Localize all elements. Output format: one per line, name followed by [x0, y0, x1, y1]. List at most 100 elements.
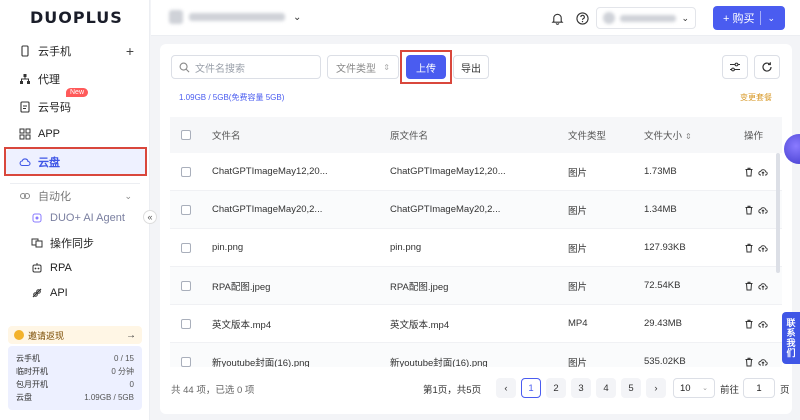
sidebar: DUOPLUS 云手机 + 代理 云号码 New APP 云盘 自动化 ⌄ DU… — [0, 0, 157, 420]
sidebar-item-rpa[interactable]: RPA — [6, 255, 146, 281]
table-row[interactable]: 英文版本.mp4 英文版本.mp4 MP4 29.43MB — [170, 305, 782, 343]
contact-us-tab[interactable]: 联系我们 — [782, 312, 800, 364]
page-summary: 第1页，共5页 — [423, 385, 482, 396]
top-header: ⌄ ⌄ + 购买 ⌄ — [151, 0, 800, 36]
table-row[interactable]: pin.png pin.png 图片 127.93KB — [170, 229, 782, 267]
cloud-upload-icon[interactable] — [758, 205, 768, 215]
search-icon — [179, 62, 190, 72]
select-arrows-icon: ⇕ — [383, 62, 390, 72]
delete-icon[interactable] — [744, 357, 754, 367]
add-cloud-phone-button[interactable]: + — [126, 43, 134, 59]
quota-row: 包月开机 0 — [16, 380, 134, 389]
cloud-upload-icon[interactable] — [758, 167, 768, 177]
refresh-button[interactable] — [754, 55, 780, 79]
column-header: 文件类型 — [568, 131, 607, 142]
agent-icon — [30, 211, 44, 225]
bell-icon[interactable] — [549, 10, 565, 26]
sidebar-item-label: 云号码 — [38, 102, 71, 114]
invite-cashback-banner[interactable]: 邀请返现 → — [8, 326, 142, 344]
sync-icon — [30, 236, 44, 250]
delete-icon[interactable] — [744, 281, 754, 291]
invite-label: 邀请返现 — [28, 330, 65, 341]
row-checkbox[interactable] — [181, 204, 191, 215]
cloud-upload-icon[interactable] — [758, 357, 768, 367]
buy-button[interactable]: + 购买 ⌄ — [713, 6, 785, 30]
delete-icon[interactable] — [744, 167, 754, 177]
collapse-sidebar-button[interactable]: « — [143, 210, 157, 224]
sidebar-item-sync[interactable]: 操作同步 — [6, 230, 146, 256]
export-button[interactable]: 导出 — [453, 55, 489, 79]
account-name-redacted — [620, 14, 676, 22]
prev-page-button[interactable]: ‹ — [496, 378, 516, 398]
table-scrollbar[interactable] — [776, 153, 780, 273]
table-row[interactable]: ChatGPTImageMay12,20... ChatGPTImageMay1… — [170, 153, 782, 191]
network-icon — [18, 72, 32, 86]
cloud-disk-panel: 文件名搜索 文件类型 ⇕ 上传 导出 1.09GB / 5GB(免费容量 5GB… — [160, 44, 792, 414]
chevron-down-icon: ⌄ — [681, 12, 689, 23]
quota-row: 云手机 0 / 15 — [16, 354, 134, 363]
quota-row: 临时开机 0 分钟 — [16, 367, 134, 376]
workspace-selector[interactable]: ⌄ — [169, 10, 301, 24]
page-button-2[interactable]: 2 — [546, 378, 566, 398]
phone-icon — [18, 44, 32, 58]
sidebar-item-ai-agent[interactable]: DUO+ AI Agent — [6, 205, 146, 231]
sidebar-item-api[interactable]: API — [6, 280, 146, 306]
delete-icon[interactable] — [744, 243, 754, 253]
sidebar-item-label: RPA — [50, 262, 72, 274]
row-checkbox[interactable] — [181, 356, 191, 367]
column-header: 操作 — [744, 131, 764, 142]
robot-icon — [30, 261, 44, 275]
goto-label: 前往 — [720, 385, 740, 396]
selection-summary: 共 44 项，已选 0 项 — [171, 385, 255, 396]
table-row[interactable]: ChatGPTImageMay20,2... ChatGPTImageMay20… — [170, 191, 782, 229]
goto-suffix: 页 — [780, 385, 790, 396]
row-checkbox[interactable] — [181, 318, 191, 329]
sidebar-item-label: APP — [38, 128, 61, 140]
cloud-upload-icon[interactable] — [758, 281, 768, 291]
new-badge: New — [66, 88, 89, 97]
app-logo[interactable]: DUOPLUS — [30, 8, 123, 28]
select-all-checkbox[interactable] — [181, 130, 191, 140]
sidebar-item-cloud-number[interactable]: 云号码 New — [6, 88, 146, 120]
sidebar-item-app[interactable]: APP — [6, 121, 146, 147]
account-avatar — [603, 12, 615, 24]
help-icon[interactable] — [574, 10, 590, 26]
chevron-down-icon: ⌄ — [124, 190, 132, 201]
filter-settings-button[interactable] — [722, 55, 748, 79]
automation-icon — [18, 189, 32, 203]
row-checkbox[interactable] — [181, 166, 191, 177]
next-page-button[interactable]: › — [646, 378, 666, 398]
arrow-right-icon: → — [126, 329, 136, 341]
page-button-3[interactable]: 3 — [571, 378, 591, 398]
cloud-upload-icon[interactable] — [758, 243, 768, 253]
change-plan-link[interactable]: 变更套餐 — [740, 92, 772, 103]
sidebar-item-cloud-phone[interactable]: 云手机 + — [6, 38, 146, 64]
goto-page-input[interactable]: 1 — [743, 378, 775, 398]
row-checkbox[interactable] — [181, 242, 191, 253]
highlight-outline — [4, 147, 147, 176]
page-size-select[interactable]: 10 ⌄ — [673, 378, 715, 398]
page-button-5[interactable]: 5 — [621, 378, 641, 398]
column-header-size[interactable]: 文件大小 ⇕ — [644, 128, 724, 142]
file-type-select[interactable]: 文件类型 ⇕ — [327, 55, 399, 79]
file-search-input[interactable]: 文件名搜索 — [171, 55, 321, 79]
chevron-down-icon: ⌄ — [293, 11, 302, 23]
sidebar-item-label: 操作同步 — [50, 238, 94, 250]
sidebar-item-label: 代理 — [38, 74, 60, 86]
delete-icon[interactable] — [744, 319, 754, 329]
upload-button[interactable]: 上传 — [406, 55, 446, 79]
page-button-4[interactable]: 4 — [596, 378, 616, 398]
account-selector[interactable]: ⌄ — [596, 7, 696, 29]
cloud-upload-icon[interactable] — [758, 319, 768, 329]
storage-usage: 1.09GB / 5GB(免费容量 5GB) — [179, 93, 285, 102]
sliders-icon — [730, 62, 740, 72]
row-checkbox[interactable] — [181, 280, 191, 291]
chevron-down-icon: ⌄ — [767, 12, 776, 23]
delete-icon[interactable] — [744, 205, 754, 215]
page-button-1[interactable]: 1 — [521, 378, 541, 398]
chevron-down-icon: ⌄ — [702, 385, 708, 392]
sort-icon: ⇕ — [685, 132, 692, 141]
workspace-name-redacted — [189, 13, 285, 21]
table-row[interactable]: 新youtube封面(16).png 新youtube封面(16).png 图片… — [170, 343, 782, 367]
table-row[interactable]: RPA配图.jpeg RPA配图.jpeg 图片 72.54KB — [170, 267, 782, 305]
